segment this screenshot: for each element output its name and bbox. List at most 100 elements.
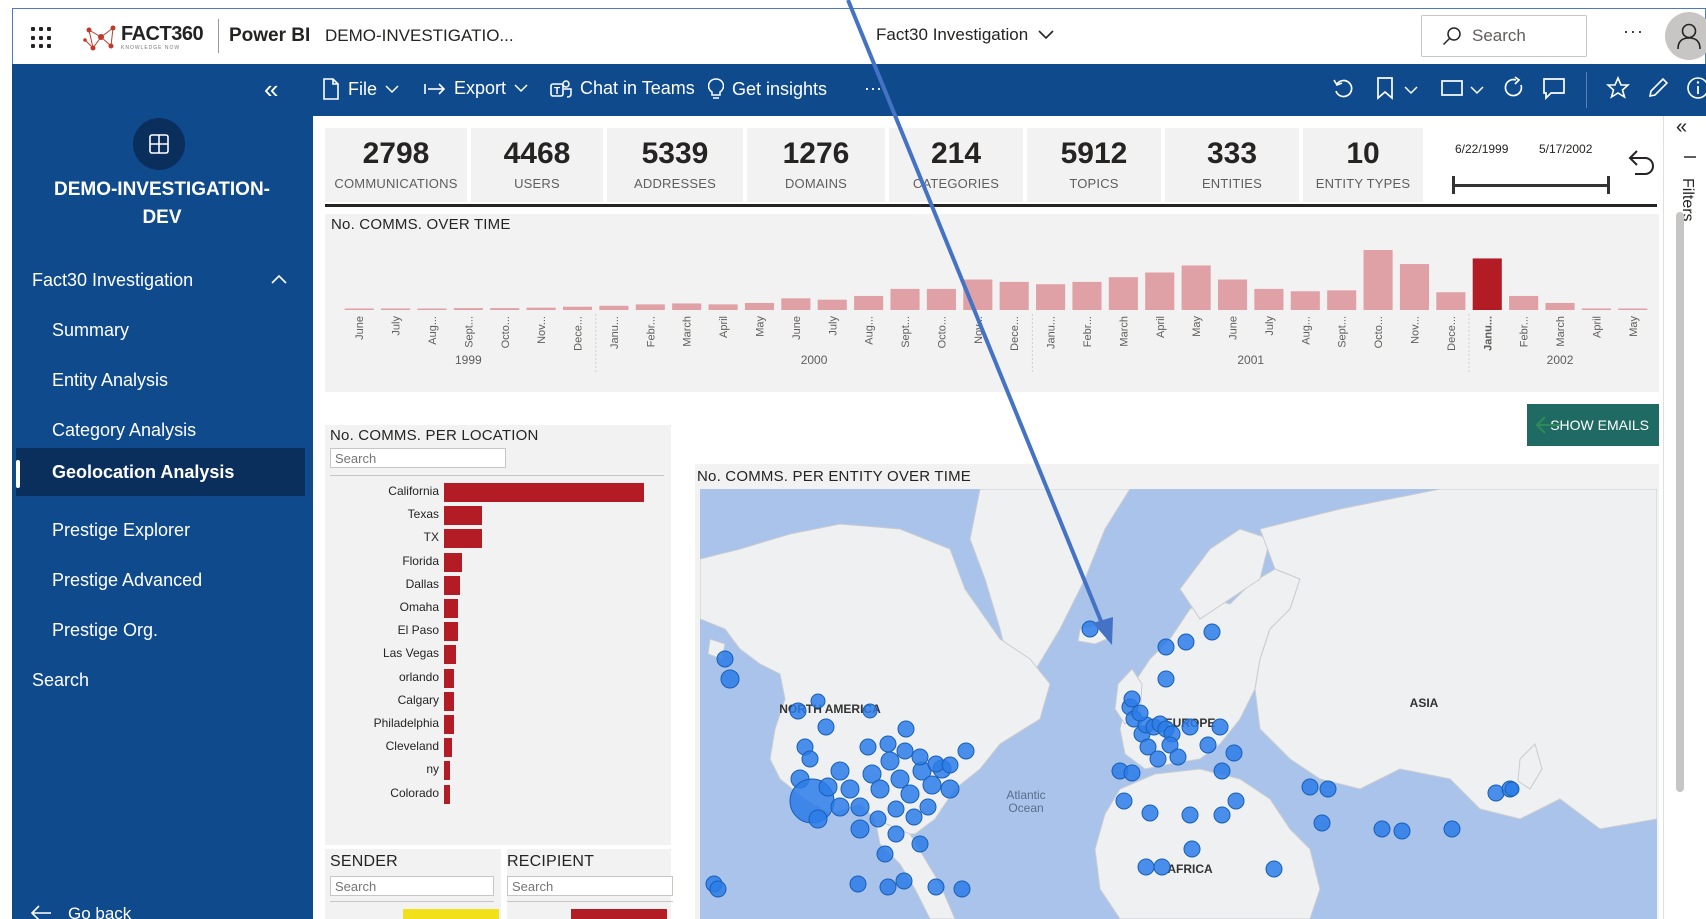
timeline-bar[interactable] [1108,277,1138,310]
go-back-button[interactable]: Go back [30,899,131,919]
map-bubble[interactable] [905,808,923,826]
map-bubble[interactable] [1177,633,1195,651]
map-canvas[interactable]: NORTH AMERICAEUROPEASIAAFRICAAtlanticOce… [700,489,1657,919]
map-bubble[interactable] [876,845,894,863]
map-bubble[interactable] [879,735,897,753]
map-bubble[interactable] [716,650,734,668]
workspace-breadcrumb[interactable]: DEMO-INVESTIGATIO... [325,26,514,46]
map-bubble[interactable] [911,835,929,853]
map-bubble[interactable] [1393,822,1411,840]
timeline-bar[interactable] [344,308,374,311]
timeline-bar[interactable] [1290,291,1320,310]
star-favorite-icon[interactable] [1606,76,1630,100]
location-row[interactable]: ny [325,759,671,781]
comms-over-time-chart[interactable]: No. COMMS. OVER TIME June July Aug... Sept.… [325,214,1659,392]
map-bubble[interactable] [862,703,878,719]
kpi-card-topics[interactable]: 5912 TOPICS [1027,128,1161,202]
map-bubble[interactable] [1149,750,1167,768]
nav-page-geolocation-analysis[interactable]: Geolocation Analysis [16,448,305,496]
map-bubble[interactable] [941,756,959,774]
refresh-icon[interactable] [1502,76,1526,100]
map-bubble[interactable] [840,779,860,799]
map-bubble[interactable] [1313,814,1331,832]
timeline-bar[interactable] [1509,295,1539,310]
timeline-bar[interactable] [1399,264,1430,310]
timeline-bar[interactable] [817,299,847,310]
map-bubble[interactable] [1115,792,1133,810]
comment-icon[interactable] [1542,76,1566,100]
map-bubble[interactable] [1373,820,1391,838]
nav-page-prestige-org[interactable]: Prestige Org. [12,606,313,654]
map-bubble[interactable] [1157,638,1175,656]
comms-per-entity-map[interactable]: No. COMMS. PER ENTITY OVER TIME NORTH AM… [695,464,1659,919]
timeline-bar[interactable] [1181,265,1211,310]
map-bubble[interactable] [896,742,914,760]
location-bar[interactable] [444,784,450,804]
map-bubble[interactable] [1137,858,1155,876]
date-range-slicer[interactable]: 6/22/1999 5/17/2002 [1439,128,1617,202]
report-title-dropdown[interactable]: Fact30 Investigation [876,25,1054,45]
account-avatar[interactable] [1665,12,1706,60]
map-bubble[interactable] [1081,620,1099,638]
map-bubble[interactable] [1301,778,1319,796]
map-bubble[interactable] [1181,806,1199,824]
map-bubble[interactable] [922,775,942,795]
location-row[interactable]: Omaha [325,597,671,619]
map-bubble[interactable] [817,718,835,736]
scrollbar[interactable] [1676,212,1684,792]
nav-report-fact30[interactable]: Fact30 Investigation [12,256,313,304]
map-bubble[interactable] [1213,806,1231,824]
more-actions-icon[interactable]: ··· [864,78,882,99]
map-bubble[interactable] [887,800,905,818]
fact360-logo[interactable]: FACT360 KNOWLEDGE NOW [83,19,204,55]
map-bubble[interactable] [953,880,971,898]
location-bar[interactable] [444,483,644,502]
timeline-bar[interactable] [672,303,702,310]
comms-per-location-chart[interactable]: No. COMMS. PER LOCATION California Texas T… [325,425,671,845]
recipient-slicer[interactable]: RECIPIENT [507,849,673,919]
location-row[interactable]: El Paso [325,620,671,642]
map-bubble[interactable] [895,872,913,890]
location-row[interactable]: Dallas [325,574,671,596]
map-bubble[interactable] [850,797,870,817]
map-bubble[interactable] [1487,784,1505,802]
map-bubble[interactable] [911,748,929,766]
kpi-card-communications[interactable]: 2798 COMMUNICATIONS [325,128,467,202]
location-row[interactable]: Colorado [325,783,671,805]
chevron-down-icon[interactable] [1404,86,1418,95]
map-bubble[interactable] [1203,623,1221,641]
timeline-bar[interactable] [1217,279,1248,310]
location-row[interactable]: orlando [325,667,671,689]
timeline-bar[interactable] [1072,281,1102,310]
show-emails-button[interactable]: SHOW EMAILS [1527,404,1659,446]
kpi-card-categories[interactable]: 214 CATEGORIES [889,128,1023,202]
nav-page-category-analysis[interactable]: Category Analysis [12,406,313,454]
map-bubble[interactable] [818,777,838,797]
chat-in-teams-button[interactable]: T Chat in Teams [550,78,695,99]
map-bubble[interactable] [1443,820,1461,838]
map-bubble[interactable] [1181,718,1199,736]
kpi-card-entity-types[interactable]: 10 ENTITY TYPES [1303,128,1423,202]
map-bubble[interactable] [880,751,900,771]
sender-search-input[interactable] [330,876,494,896]
location-bar[interactable] [444,715,454,734]
map-bubble[interactable] [1141,804,1159,822]
timeline-bar[interactable] [562,306,593,310]
kpi-card-users[interactable]: 4468 USERS [471,128,603,202]
location-bar[interactable] [444,575,460,595]
kpi-card-domains[interactable]: 1276 DOMAINS [747,128,885,202]
date-slider-end-handle[interactable] [1607,176,1610,194]
location-row[interactable]: Florida [325,551,671,573]
location-bar[interactable] [444,668,454,688]
map-bubble[interactable] [1123,690,1141,708]
bookmark-icon[interactable] [1376,76,1394,100]
file-menu[interactable]: File [322,78,399,100]
undo-icon[interactable] [1623,144,1657,178]
reset-icon[interactable] [1332,76,1354,100]
map-bubble[interactable] [850,819,870,839]
app-launcher-icon[interactable] [31,27,53,49]
timeline-bar[interactable] [453,308,483,310]
timeline-bar[interactable] [926,288,956,310]
location-row[interactable]: California [325,481,671,503]
timeline-bar[interactable] [490,308,520,310]
